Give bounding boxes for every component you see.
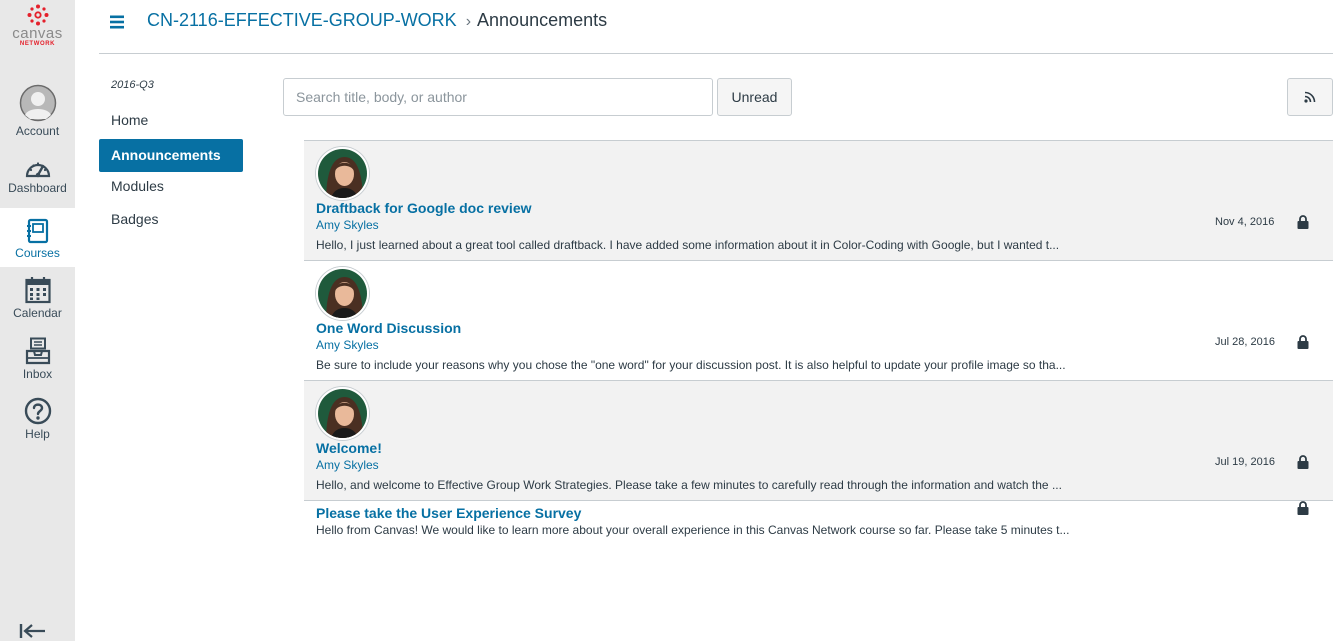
unread-filter-button[interactable]: Unread xyxy=(717,78,792,116)
global-nav-label: Courses xyxy=(15,246,60,260)
author-avatar-image xyxy=(318,269,367,318)
global-nav-label: Dashboard xyxy=(8,181,67,195)
global-nav-help[interactable]: Help xyxy=(0,397,75,443)
search-input[interactable] xyxy=(283,78,713,116)
global-nav-account[interactable]: Account xyxy=(0,84,75,142)
announcement-author[interactable]: Amy Skyles xyxy=(316,338,379,352)
header-divider xyxy=(99,53,1333,54)
announcement-item[interactable]: One Word Discussion Amy Skyles Be sure t… xyxy=(304,260,1333,380)
author-avatar-image xyxy=(318,149,367,198)
global-nav-label: Inbox xyxy=(22,367,53,381)
lock-button[interactable] xyxy=(1297,455,1309,474)
global-nav-inbox[interactable]: Inbox xyxy=(0,337,75,385)
brand-name: canvas xyxy=(12,25,63,42)
course-nav-announcements[interactable]: Announcements xyxy=(99,139,243,172)
lock-icon xyxy=(1297,501,1309,515)
announcement-date: Nov 4, 2016 xyxy=(1215,216,1275,228)
course-nav-modules[interactable]: Modules xyxy=(99,170,243,203)
breadcrumb: CN-2116-EFFECTIVE-GROUP-WORK › Announcemen… xyxy=(147,10,607,31)
course-term: 2016-Q3 xyxy=(111,79,154,91)
announcement-author[interactable]: Amy Skyles xyxy=(316,218,379,232)
author-avatar-image xyxy=(318,389,367,438)
author-avatar[interactable] xyxy=(316,267,369,320)
collapse-nav-button[interactable] xyxy=(19,621,47,641)
rss-feed-button[interactable] xyxy=(1287,78,1333,116)
hamburger-icon xyxy=(110,15,124,29)
breadcrumb-separator: › xyxy=(465,13,472,30)
breadcrumb-course-link[interactable]: CN-2116-EFFECTIVE-GROUP-WORK xyxy=(147,10,457,30)
announcement-message: Hello, I just learned about a great tool… xyxy=(316,238,1060,252)
global-nav-courses[interactable]: Courses xyxy=(0,208,75,267)
announcement-title[interactable]: Draftback for Google doc review xyxy=(316,200,532,216)
announcement-item[interactable]: Please take the User Experience Survey H… xyxy=(304,500,1333,545)
announcement-author[interactable]: Amy Skyles xyxy=(316,458,379,472)
announcement-message: Hello, and welcome to Effective Group Wo… xyxy=(316,478,1062,492)
lock-button[interactable] xyxy=(1297,501,1309,520)
lock-icon xyxy=(1297,335,1309,349)
brand-sub: NETWORK xyxy=(19,41,56,47)
canvas-logo-icon xyxy=(27,4,48,26)
course-nav-badges[interactable]: Badges xyxy=(99,203,243,236)
dashboard-icon xyxy=(25,162,50,178)
course-menu-toggle[interactable] xyxy=(110,15,124,34)
lock-icon xyxy=(1297,455,1309,469)
breadcrumb-current: Announcements xyxy=(477,10,608,30)
announcement-message: Hello from Canvas! We would like to lear… xyxy=(316,523,1070,537)
lock-button[interactable] xyxy=(1297,335,1309,354)
author-avatar[interactable] xyxy=(316,387,369,440)
collapse-arrow-icon xyxy=(19,624,45,638)
canvas-network-logo[interactable]: canvas NETWORK xyxy=(0,4,75,48)
global-nav-label: Help xyxy=(25,427,50,441)
inbox-icon xyxy=(25,337,50,365)
courses-icon xyxy=(26,218,48,244)
author-avatar[interactable] xyxy=(316,147,369,200)
account-avatar-icon xyxy=(19,84,56,122)
announcement-title[interactable]: Please take the User Experience Survey xyxy=(316,505,581,521)
lock-icon xyxy=(1297,215,1309,229)
help-icon xyxy=(24,397,51,425)
global-nav-calendar[interactable]: Calendar xyxy=(0,276,75,324)
lock-button[interactable] xyxy=(1297,215,1309,234)
announcement-date: Jul 19, 2016 xyxy=(1215,456,1275,468)
global-nav-label: Account xyxy=(15,124,60,138)
announcement-message: Be sure to include your reasons why you … xyxy=(316,358,1066,372)
calendar-icon xyxy=(24,277,51,304)
announcement-item[interactable]: Draftback for Google doc review Amy Skyl… xyxy=(304,140,1333,260)
course-nav-home[interactable]: Home xyxy=(99,104,243,137)
announcement-title[interactable]: Welcome! xyxy=(316,440,382,456)
global-nav-dashboard[interactable]: Dashboard xyxy=(0,157,75,205)
global-nav-label: Calendar xyxy=(13,306,62,320)
announcement-item[interactable]: Welcome! Amy Skyles Hello, and welcome t… xyxy=(304,380,1333,500)
announcement-date: Jul 28, 2016 xyxy=(1215,336,1275,348)
global-nav: canvas NETWORK Account Dashboard Courses xyxy=(0,0,75,641)
rss-icon xyxy=(1304,91,1316,103)
announcement-title[interactable]: One Word Discussion xyxy=(316,320,461,336)
